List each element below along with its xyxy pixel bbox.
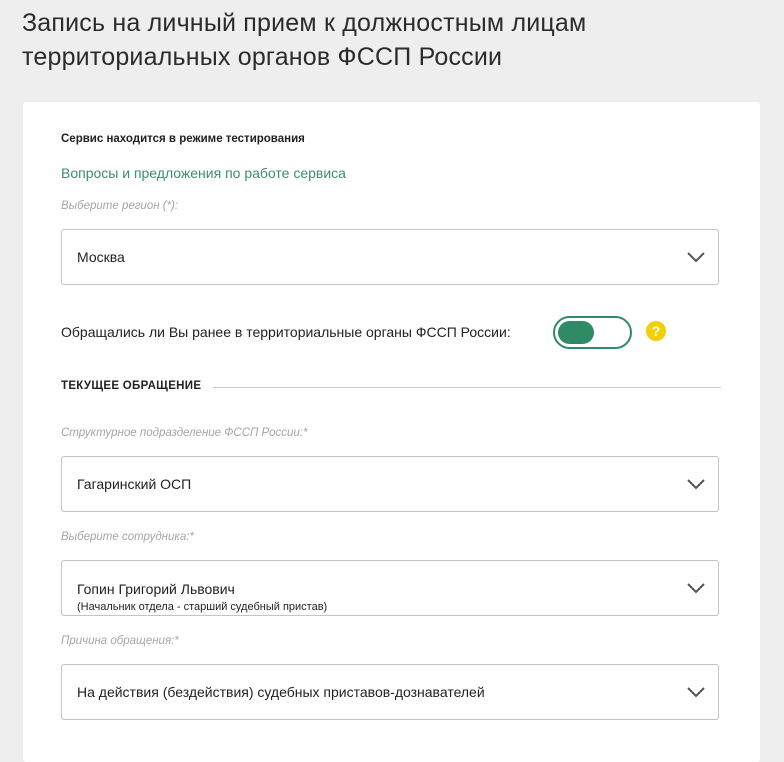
region-select[interactable]: Москва: [61, 229, 719, 285]
prior-contact-toggle[interactable]: [553, 316, 632, 349]
chevron-down-icon: [687, 479, 705, 490]
division-select[interactable]: Гагаринский ОСП: [61, 456, 719, 512]
toggle-knob: [558, 321, 594, 344]
testing-mode-notice: Сервис находится в режиме тестирования: [61, 133, 305, 145]
chevron-down-icon: [687, 583, 705, 594]
chevron-down-icon: [687, 252, 705, 263]
prior-contact-question: Обращались ли Вы ранее в территориальные…: [61, 324, 511, 340]
page-title: Запись на личный прием к должностным лиц…: [22, 9, 587, 71]
employee-label: Выберите сотрудника:*: [61, 531, 194, 543]
question-circle-icon[interactable]: ?: [646, 321, 666, 341]
division-label: Структурное подразделение ФССП России:*: [61, 427, 308, 439]
current-request-section-title: ТЕКУЩЕЕ ОБРАЩЕНИЕ: [61, 380, 202, 392]
employee-select[interactable]: Гопин Григорий Львович (Начальник отдела…: [61, 560, 719, 616]
employee-position: (Начальник отдела - старший судебный при…: [77, 601, 328, 613]
reason-select-value: На действия (бездействия) судебных прист…: [77, 684, 485, 700]
region-select-value: Москва: [77, 249, 125, 265]
feedback-link[interactable]: Вопросы и предложения по работе сервиса: [61, 165, 346, 181]
reason-select[interactable]: На действия (бездействия) судебных прист…: [61, 664, 719, 720]
section-divider: [213, 387, 721, 388]
appointment-form-card: Сервис находится в режиме тестирования В…: [23, 102, 760, 762]
reason-label: Причина обращения:*: [61, 635, 179, 647]
chevron-down-icon: [687, 687, 705, 698]
region-label: Выберите регион (*):: [61, 200, 179, 212]
employee-select-value: Гопин Григорий Львович: [77, 581, 235, 597]
division-select-value: Гагаринский ОСП: [77, 476, 192, 492]
